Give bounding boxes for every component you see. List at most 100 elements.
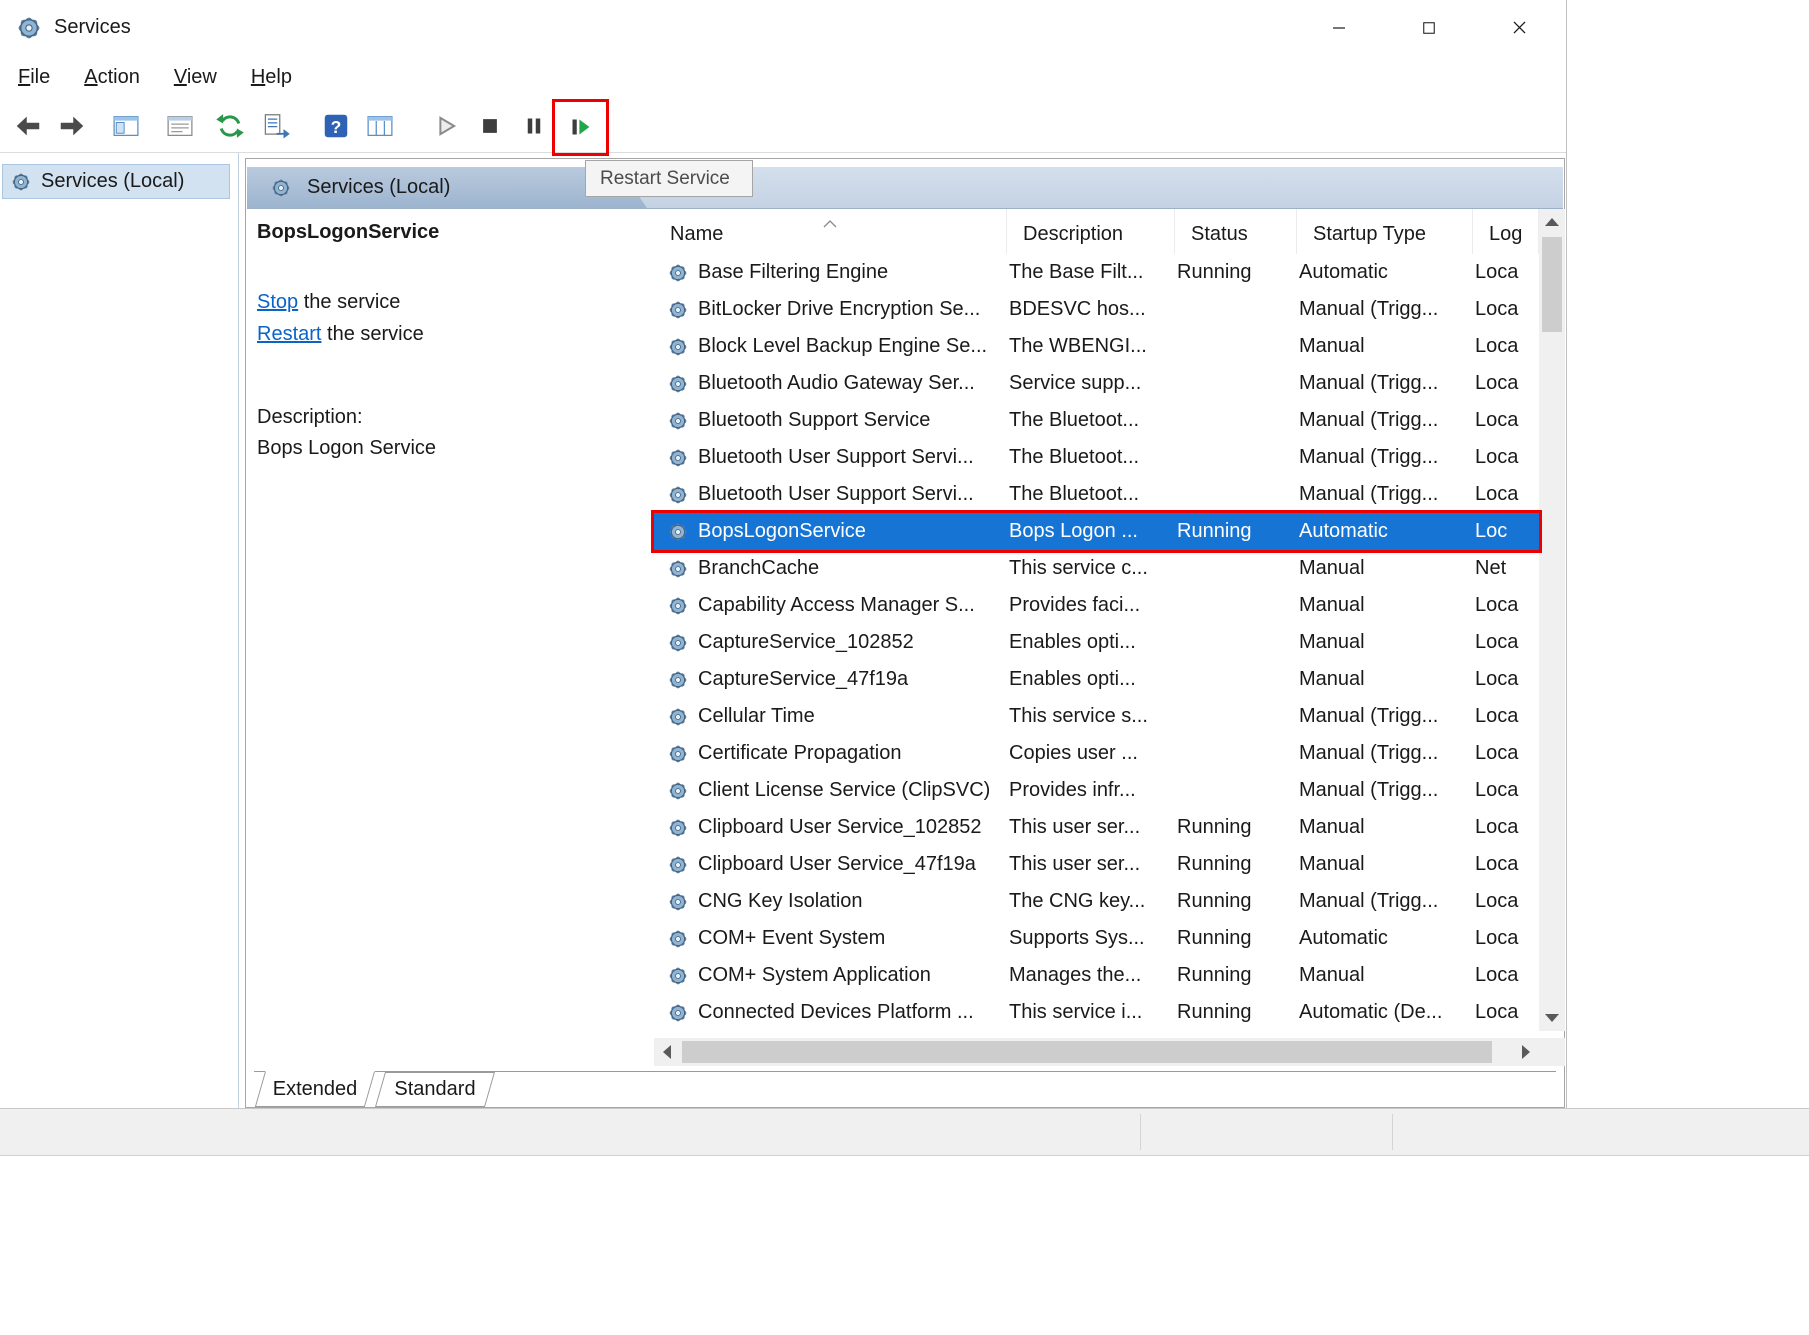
- export-list-icon: [261, 111, 291, 141]
- menu-bar: FileActionViewHelp: [0, 55, 1566, 99]
- scroll-left-arrow[interactable]: [654, 1038, 680, 1066]
- start-service-icon: [431, 111, 461, 141]
- table-header: NameDescriptionStatusStartup TypeLog: [654, 209, 1539, 254]
- horizontal-scrollbar[interactable]: [654, 1038, 1539, 1066]
- show-console-tree-button[interactable]: [104, 104, 148, 148]
- scroll-right-arrow[interactable]: [1513, 1038, 1539, 1066]
- description-label: Description:: [257, 406, 649, 429]
- service-gear-icon: [666, 668, 690, 692]
- table-row[interactable]: CaptureService_102852Enables opti...Manu…: [654, 624, 1539, 661]
- table-row[interactable]: COM+ System ApplicationManages the...Run…: [654, 957, 1539, 994]
- tab-extended[interactable]: Extended: [260, 1072, 370, 1107]
- pane-header-title: Services (Local): [307, 176, 450, 199]
- column-header-description[interactable]: Description: [1007, 209, 1175, 254]
- services-pane: Services (Local) BopsLogonService Stop t…: [245, 158, 1565, 1108]
- services-window: Services FileActionViewHelp: [0, 0, 1567, 1108]
- back-button[interactable]: [6, 104, 50, 148]
- table-row[interactable]: Base Filtering EngineThe Base Filt...Run…: [654, 254, 1539, 291]
- table-row[interactable]: COM+ Event SystemSupports Sys...RunningA…: [654, 920, 1539, 957]
- column-header-startup-type[interactable]: Startup Type: [1297, 209, 1473, 254]
- table-row[interactable]: Block Level Backup Engine Se...The WBENG…: [654, 328, 1539, 365]
- description-text: Bops Logon Service: [257, 437, 649, 460]
- close-button[interactable]: [1490, 0, 1548, 55]
- service-gear-icon: [666, 742, 690, 766]
- forward-button[interactable]: [50, 104, 94, 148]
- selected-service-title: BopsLogonService: [257, 221, 649, 244]
- refresh-button[interactable]: [208, 104, 252, 148]
- stop-service-link[interactable]: Stop: [257, 291, 298, 313]
- view-tabs: Extended Standard: [254, 1071, 1556, 1107]
- scroll-down-arrow[interactable]: [1539, 1005, 1565, 1031]
- column-header-log[interactable]: Log: [1473, 209, 1539, 254]
- table-row[interactable]: Bluetooth User Support Servi...The Bluet…: [654, 439, 1539, 476]
- show-console-tree-icon: [111, 111, 141, 141]
- service-gear-icon: [666, 298, 690, 322]
- service-gear-icon: [666, 594, 690, 618]
- tree-item-services-local[interactable]: Services (Local): [2, 164, 230, 199]
- table-row[interactable]: Connected Devices Platform ...This servi…: [654, 994, 1539, 1031]
- service-list: NameDescriptionStatusStartup TypeLog Bas…: [654, 209, 1565, 1031]
- service-gear-icon: [666, 816, 690, 840]
- scroll-up-arrow[interactable]: [1539, 209, 1565, 235]
- view-columns-button[interactable]: [358, 104, 402, 148]
- table-row[interactable]: Bluetooth User Support Servi...The Bluet…: [654, 476, 1539, 513]
- status-bar-divider: [1140, 1114, 1141, 1150]
- sort-ascending-icon: [823, 211, 837, 234]
- tab-standard[interactable]: Standard: [380, 1072, 490, 1107]
- table-row[interactable]: Bluetooth Support ServiceThe Bluetoot...…: [654, 402, 1539, 439]
- vertical-scroll-thumb[interactable]: [1542, 237, 1562, 332]
- menu-file[interactable]: File: [2, 58, 66, 97]
- menu-action[interactable]: Action: [68, 58, 156, 97]
- menu-help[interactable]: Help: [235, 58, 308, 97]
- minimize-icon: [1330, 19, 1348, 37]
- pause-service-icon: [519, 111, 549, 141]
- pause-service-button[interactable]: [512, 104, 556, 148]
- table-row[interactable]: Clipboard User Service_47f19aThis user s…: [654, 846, 1539, 883]
- vertical-scrollbar[interactable]: [1539, 209, 1565, 1031]
- services-app-icon: [14, 13, 44, 43]
- status-bar: [0, 1108, 1809, 1156]
- minimize-button[interactable]: [1310, 0, 1368, 55]
- column-header-name[interactable]: Name: [654, 209, 1007, 254]
- table-row[interactable]: BranchCacheThis service c...ManualNet: [654, 550, 1539, 587]
- restart-service-tooltip: Restart Service: [585, 160, 753, 197]
- help-button[interactable]: ?: [314, 104, 358, 148]
- column-header-status[interactable]: Status: [1175, 209, 1297, 254]
- properties-button[interactable]: [158, 104, 202, 148]
- extended-detail-panel: BopsLogonService Stop the service Restar…: [257, 221, 649, 460]
- table-row[interactable]: Clipboard User Service_102852This user s…: [654, 809, 1539, 846]
- table-row[interactable]: CaptureService_47f19aEnables opti...Manu…: [654, 661, 1539, 698]
- table-row[interactable]: Bluetooth Audio Gateway Ser...Service su…: [654, 365, 1539, 402]
- service-gear-icon: [666, 890, 690, 914]
- properties-icon: [165, 111, 195, 141]
- svg-text:?: ?: [331, 117, 342, 137]
- service-gear-icon: [666, 335, 690, 359]
- table-row-selected[interactable]: BopsLogonServiceBops Logon ...RunningAut…: [654, 513, 1539, 550]
- table-row[interactable]: Cellular TimeThis service s...Manual (Tr…: [654, 698, 1539, 735]
- maximize-button[interactable]: [1400, 0, 1458, 55]
- menu-view[interactable]: View: [158, 58, 233, 97]
- table-row[interactable]: Capability Access Manager S...Provides f…: [654, 587, 1539, 624]
- horizontal-scroll-thumb[interactable]: [682, 1041, 1492, 1063]
- refresh-icon: [215, 111, 245, 141]
- close-icon: [1510, 18, 1529, 37]
- tree-item-label: Services (Local): [41, 170, 184, 193]
- restart-service-link[interactable]: Restart: [257, 323, 321, 345]
- restart-service-line: Restart the service: [257, 318, 649, 350]
- back-arrow-icon: [13, 111, 43, 141]
- service-gear-icon: [666, 853, 690, 877]
- service-gear-icon: [666, 261, 690, 285]
- table-row[interactable]: Client License Service (ClipSVC)Provides…: [654, 772, 1539, 809]
- table-row[interactable]: CNG Key IsolationThe CNG key...RunningMa…: [654, 883, 1539, 920]
- restart-service-button[interactable]: [558, 105, 602, 149]
- scrollbar-corner: [1539, 1038, 1565, 1066]
- window-title: Services: [54, 16, 131, 39]
- screen: { "window": { "title": "Services" }, "me…: [0, 0, 1809, 1335]
- start-service-button[interactable]: [424, 104, 468, 148]
- service-gear-icon: [666, 409, 690, 433]
- stop-service-button[interactable]: [468, 104, 512, 148]
- table-row[interactable]: BitLocker Drive Encryption Se...BDESVC h…: [654, 291, 1539, 328]
- restart-service-icon: [565, 112, 595, 142]
- table-row[interactable]: Certificate PropagationCopies user ...Ma…: [654, 735, 1539, 772]
- export-list-button[interactable]: [254, 104, 298, 148]
